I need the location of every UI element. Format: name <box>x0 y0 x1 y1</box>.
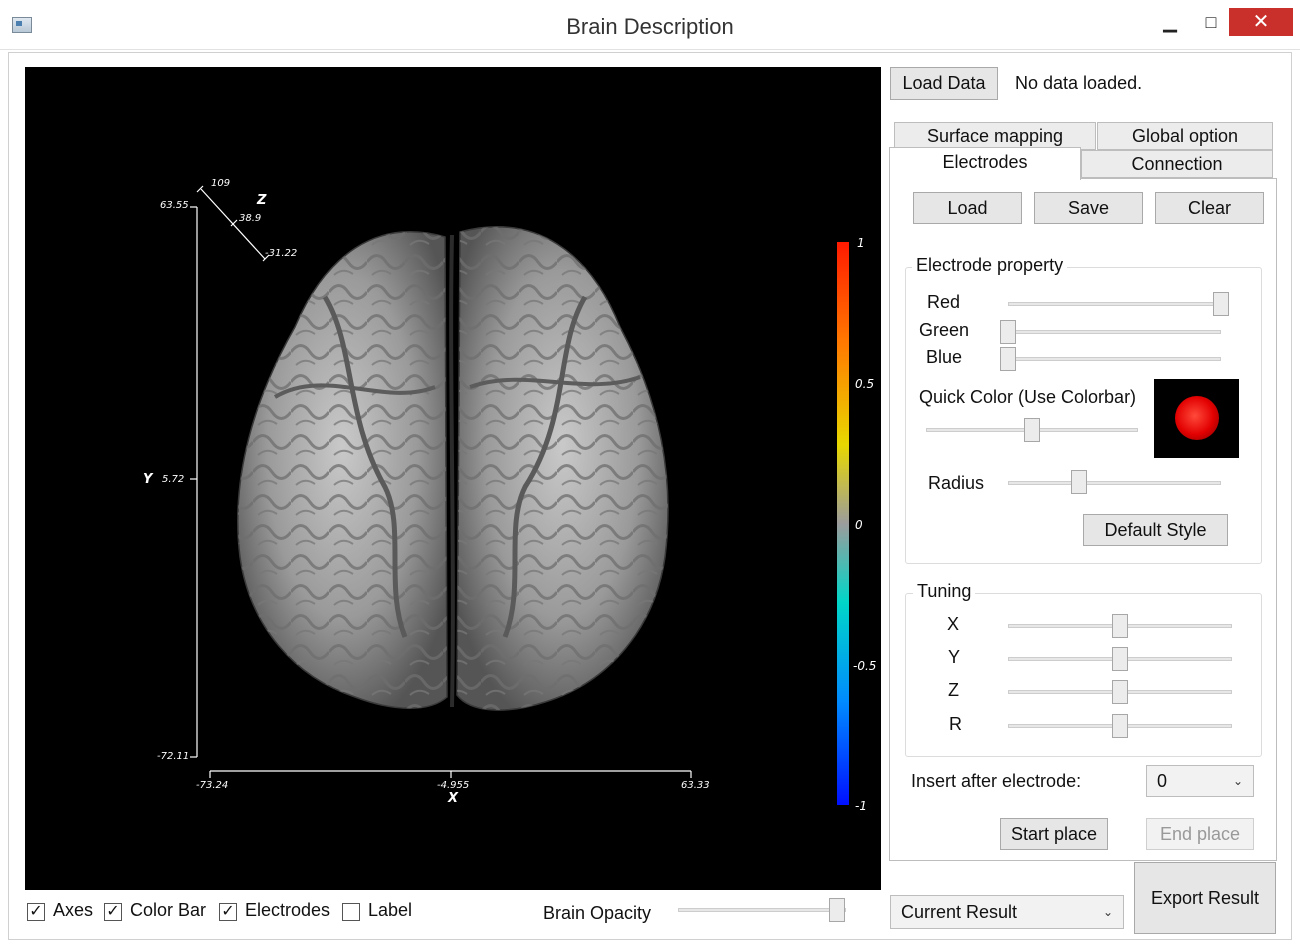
window-title: Brain Description <box>566 14 734 39</box>
tuning-x-slider[interactable] <box>1112 614 1128 638</box>
tuning-z-slider[interactable] <box>1112 680 1128 704</box>
color-bar-checkbox[interactable]: ✓ <box>104 903 122 921</box>
radius-slider-track <box>1008 481 1221 485</box>
axes-checkbox[interactable]: ✓ <box>27 903 45 921</box>
blue-slider-track <box>1008 357 1221 361</box>
electrode-color-preview <box>1154 379 1239 458</box>
color-bar-checkbox-label: Color Bar <box>130 900 207 920</box>
tuning-r-slider[interactable] <box>1112 714 1128 738</box>
colorbar-max-label: 1 <box>857 236 865 250</box>
tuning-y-slider[interactable] <box>1112 647 1128 671</box>
start-place-button[interactable]: Start place <box>1000 818 1108 850</box>
y-axis-name: Y <box>143 472 153 487</box>
radius-label: Radius <box>928 473 985 493</box>
colorbar-min-label: -1 <box>855 799 867 813</box>
electrode-property-title: Electrode property <box>912 255 1068 276</box>
data-status-text: No data loaded. <box>1015 73 1143 93</box>
z-axis-name: Z <box>257 193 267 208</box>
brain-surface <box>237 226 669 711</box>
end-place-button[interactable]: End place <box>1146 818 1254 850</box>
electrodes-checkbox-label: Electrodes <box>245 900 331 920</box>
blue-label: Blue <box>926 347 963 367</box>
minimize-button[interactable]: ▁ <box>1155 8 1185 36</box>
brain-opacity-slider[interactable] <box>829 898 845 922</box>
green-slider[interactable] <box>1000 320 1016 344</box>
axes-checkbox-label: Axes <box>53 900 94 920</box>
result-select-value: Current Result <box>901 902 1018 922</box>
red-slider-track <box>1008 302 1221 306</box>
tab-surface-mapping[interactable]: Surface mapping <box>894 122 1096 150</box>
y-axis-bottom-label: -72.11 <box>157 751 190 762</box>
label-checkbox[interactable] <box>342 903 360 921</box>
green-label: Green <box>919 320 970 340</box>
x-axis-name: X <box>448 791 459 806</box>
label-checkbox-label: Label <box>368 900 413 920</box>
brain-3d-viewport[interactable]: 109 Z 38.9 -31.22 63.55 Y 5.72 -72.11 -7… <box>25 67 881 890</box>
insert-after-label: Insert after electrode: <box>911 771 1082 791</box>
brain-opacity-track <box>678 908 846 912</box>
red-slider[interactable] <box>1213 292 1229 316</box>
default-style-button[interactable]: Default Style <box>1083 514 1228 546</box>
x-axis-left-label: -73.24 <box>196 780 229 791</box>
tuning-r-label: R <box>949 714 962 734</box>
electrode-color-dot <box>1175 396 1219 440</box>
result-select[interactable]: Current Result ⌄ <box>890 895 1124 929</box>
export-result-button[interactable]: Export Result <box>1134 862 1276 934</box>
radius-slider[interactable] <box>1071 470 1087 494</box>
electrodes-load-button[interactable]: Load <box>913 192 1022 224</box>
blue-slider[interactable] <box>1000 347 1016 371</box>
brain-opacity-label: Brain Opacity <box>543 903 652 923</box>
maximize-button[interactable]: □ <box>1196 8 1226 36</box>
load-data-button[interactable]: Load Data <box>890 67 998 100</box>
electrodes-clear-button[interactable]: Clear <box>1155 192 1264 224</box>
close-button[interactable]: ✕ <box>1229 8 1293 36</box>
z-axis-bottom-label: -31.22 <box>265 248 298 259</box>
chevron-down-icon: ⌄ <box>1232 774 1243 788</box>
z-axis-top-label: 109 <box>211 178 231 189</box>
insert-after-value: 0 <box>1157 771 1168 791</box>
green-slider-track <box>1008 330 1221 334</box>
tuning-x-label: X <box>947 614 960 634</box>
tab-electrodes[interactable]: Electrodes <box>889 147 1081 180</box>
tab-global-option[interactable]: Global option <box>1097 122 1273 150</box>
x-axis-right-label: 63.33 <box>681 780 710 791</box>
z-axis-mid-label: 38.9 <box>239 213 262 224</box>
x-axis-mid-label: -4.955 <box>437 780 470 791</box>
red-label: Red <box>927 292 961 312</box>
title-bar: Brain Description ▁ □ ✕ <box>0 0 1300 50</box>
colorbar-lower-label: -0.5 <box>853 659 877 673</box>
quick-color-slider[interactable] <box>1024 418 1040 442</box>
tuning-title: Tuning <box>913 581 976 602</box>
colorbar-mid-label: 0 <box>855 518 863 532</box>
tuning-y-label: Y <box>948 647 961 667</box>
y-axis-mid-label: 5.72 <box>162 474 185 485</box>
y-axis-top-label: 63.55 <box>160 200 189 211</box>
color-bar <box>837 242 849 805</box>
tuning-z-label: Z <box>948 680 959 700</box>
chevron-down-icon: ⌄ <box>1102 905 1113 919</box>
colorbar-upper-label: 0.5 <box>855 377 875 391</box>
brain-scene <box>190 185 692 778</box>
electrodes-save-button[interactable]: Save <box>1034 192 1143 224</box>
insert-after-select[interactable]: 0 ⌄ <box>1146 765 1254 797</box>
tab-connection[interactable]: Connection <box>1081 150 1273 178</box>
quick-color-label: Quick Color (Use Colorbar) <box>919 387 1137 407</box>
electrodes-checkbox[interactable]: ✓ <box>219 903 237 921</box>
